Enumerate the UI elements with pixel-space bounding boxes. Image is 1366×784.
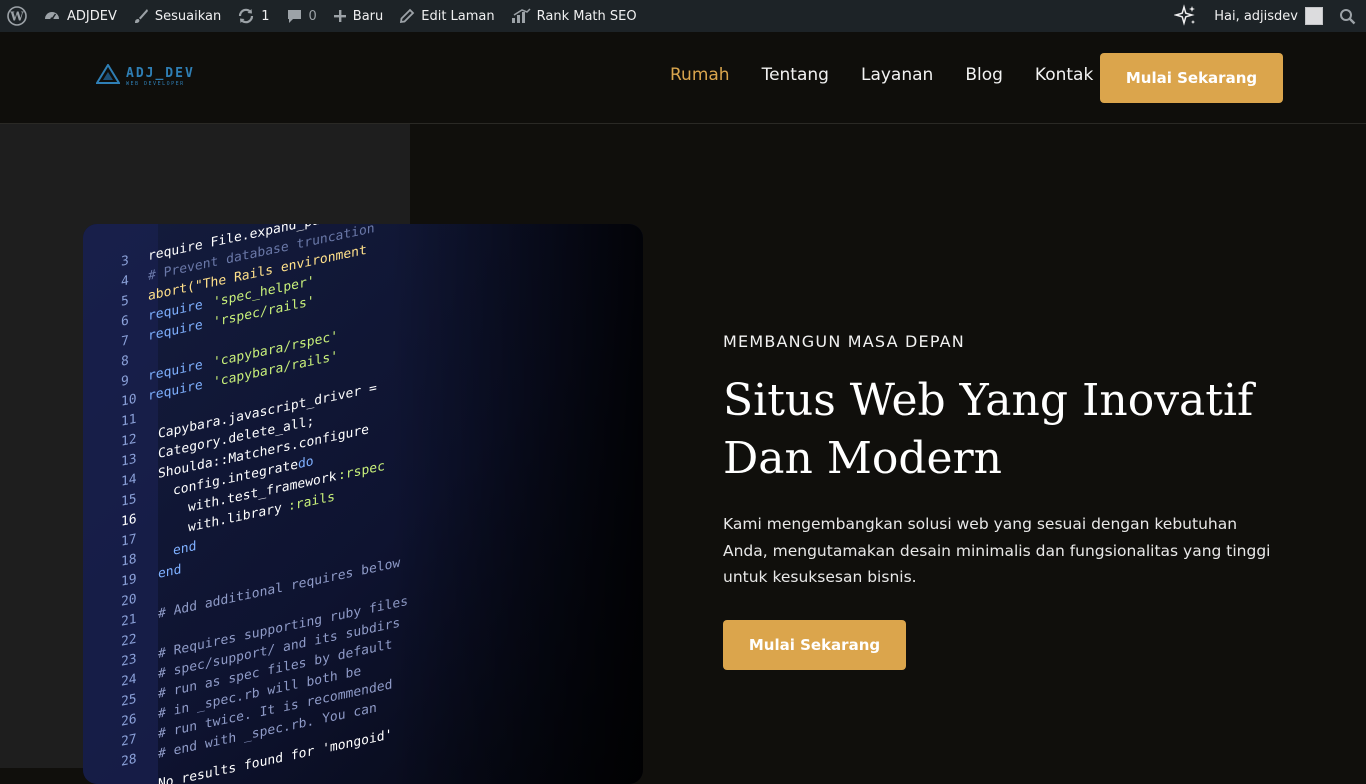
comments-menu[interactable]: 0	[278, 0, 325, 32]
hero-headline-line2: Dan Modern	[723, 433, 1002, 484]
edit-page-menu[interactable]: Edit Laman	[391, 0, 502, 32]
pencil-icon	[399, 8, 415, 24]
new-content-menu[interactable]: Baru	[325, 0, 391, 32]
nav-item-kontak[interactable]: Kontak	[1035, 65, 1093, 85]
nav-item-tentang[interactable]: Tentang	[762, 65, 829, 85]
logo-main-text: ADJ_DEV	[126, 65, 195, 81]
logo-sub-text: WEB DEVELOPER	[126, 80, 185, 87]
site-name-label: ADJDEV	[67, 8, 117, 24]
updates-icon	[237, 7, 255, 25]
edit-page-label: Edit Laman	[421, 8, 495, 24]
updates-count: 1	[261, 8, 270, 24]
nav-item-layanan[interactable]: Layanan	[861, 65, 933, 85]
main-nav: Rumah Tentang Layanan Blog Kontak	[670, 65, 1125, 85]
customize-menu[interactable]: Sesuaikan	[125, 0, 229, 32]
wordpress-logo-icon: W	[7, 6, 27, 26]
customize-label: Sesuaikan	[154, 8, 222, 24]
dashboard-icon	[43, 7, 61, 25]
site-logo[interactable]: ADJ_DEV WEB DEVELOPER	[95, 63, 195, 89]
site-header: ADJ_DEV WEB DEVELOPER Rumah Tentang Laya…	[0, 32, 1366, 124]
rank-math-icon	[511, 8, 531, 24]
search-icon	[1339, 8, 1356, 25]
admin-search[interactable]	[1331, 0, 1366, 32]
hero-eyebrow: MEMBANGUN MASA DEPAN	[723, 332, 965, 351]
header-cta-button[interactable]: Mulai Sekarang	[1100, 53, 1283, 103]
ai-assistant-menu[interactable]	[1166, 0, 1206, 32]
nav-item-rumah[interactable]: Rumah	[670, 65, 730, 85]
hero-headline-line1: Situs Web Yang Inovatif	[723, 375, 1254, 426]
sparkles-icon	[1174, 4, 1198, 28]
comments-count: 0	[308, 8, 317, 24]
rank-math-label: Rank Math SEO	[536, 8, 637, 24]
greeting-label: Hai, adjisdev	[1214, 8, 1298, 24]
hero-description: Kami mengembangkan solusi web yang sesua…	[723, 515, 1271, 586]
hero-code-image: 3require File.expand_path( 4# Prevent da…	[83, 224, 643, 784]
hero-cta-button[interactable]: Mulai Sekarang	[723, 620, 906, 670]
nav-item-blog[interactable]: Blog	[965, 65, 1003, 85]
svg-text:W: W	[9, 10, 24, 24]
wordpress-menu[interactable]: W	[0, 0, 35, 32]
admin-bar: W ADJDEV Sesuaikan 1 0 Baru Edit Laman R…	[0, 0, 1366, 32]
updates-menu[interactable]: 1	[229, 0, 277, 32]
my-account-menu[interactable]: Hai, adjisdev	[1206, 0, 1331, 32]
logo-mark-icon	[95, 63, 121, 89]
hero-headline: Situs Web Yang Inovatif Dan Modern	[723, 372, 1283, 488]
rank-math-menu[interactable]: Rank Math SEO	[503, 0, 645, 32]
avatar	[1305, 7, 1323, 25]
brush-icon	[133, 8, 149, 24]
new-content-label: Baru	[352, 8, 384, 24]
comment-icon	[286, 8, 303, 25]
site-name-menu[interactable]: ADJDEV	[35, 0, 125, 32]
plus-icon	[333, 9, 347, 23]
